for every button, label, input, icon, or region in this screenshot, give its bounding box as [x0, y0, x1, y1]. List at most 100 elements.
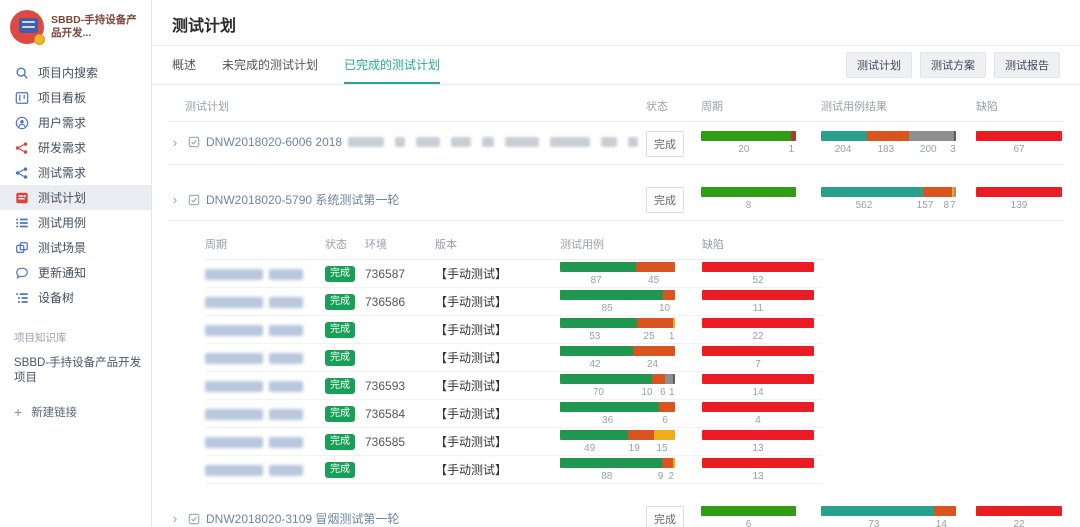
results-segment — [909, 131, 954, 141]
sidebar-item-label: 项目看板 — [38, 89, 86, 106]
cycle-name-cell[interactable] — [205, 267, 325, 281]
cycle-defects-value: 4 — [702, 415, 814, 426]
sidebar-item-update-notifications[interactable]: 更新通知 — [0, 260, 151, 285]
plan-row[interactable]: ›DNW2018020-3109 冒烟测试第一轮完成6731422 — [168, 497, 1064, 527]
redacted-text — [348, 137, 384, 147]
cases-segment-value: 1 — [668, 387, 675, 398]
cases-cell: 366 — [560, 402, 702, 426]
plan-link[interactable]: DNW2018020-6006 2018 — [206, 135, 342, 149]
column-header: 环境 — [365, 236, 435, 252]
sidebar-item-label: 研发需求 — [38, 139, 86, 156]
test-scheme-button[interactable]: 测试方案 — [920, 52, 986, 78]
cycle-row[interactable]: 完成【手动测试】889213 — [205, 456, 823, 484]
cycle-bar: 8 — [701, 187, 821, 211]
test-report-button[interactable]: 测试报告 — [994, 52, 1060, 78]
cases-segment — [652, 374, 665, 384]
page-header: 测试计划 — [152, 0, 1080, 46]
expand-chevron-icon[interactable]: › — [168, 193, 182, 206]
cycle-name-cell[interactable] — [205, 351, 325, 365]
status-badge: 完成 — [325, 294, 355, 310]
cases-segment-value: 53 — [560, 331, 630, 342]
test-case-icon — [14, 215, 29, 230]
sidebar-item-test-plan[interactable]: 测试计划 — [0, 185, 151, 210]
redacted-text — [269, 353, 303, 364]
cases-bar: 701061 — [560, 374, 702, 398]
sidebar-item-project-board[interactable]: 项目看板 — [0, 85, 151, 110]
environment-cell: 736585 — [365, 435, 435, 449]
results-bar-track — [821, 131, 956, 141]
sidebar-item-user-requirements[interactable]: 用户需求 — [0, 110, 151, 135]
cycle-name-cell[interactable] — [205, 295, 325, 309]
cycle-row[interactable]: 完成【手动测试】5325122 — [205, 316, 823, 344]
cycle-bar-values: 201 — [701, 144, 796, 155]
expand-chevron-icon[interactable]: › — [168, 512, 182, 525]
tab-overview[interactable]: 概述 — [172, 46, 196, 84]
cases-bar-values: 4224 — [560, 359, 675, 370]
cycle-defects-track — [702, 458, 814, 468]
status-badge: 完成 — [646, 187, 684, 213]
sidebar-item-label: 项目内搜索 — [38, 64, 98, 81]
results-segment — [821, 131, 867, 141]
cases-segment-value: 45 — [632, 275, 675, 286]
sidebar-item-test-scenes[interactable]: 测试场景 — [0, 235, 151, 260]
cycle-table-header: 周期状态环境版本测试用例缺陷 — [205, 227, 823, 260]
new-link-button[interactable]: + 新建链接 — [14, 404, 151, 420]
project-title: SBBD-手持设备产品开发... — [51, 14, 145, 40]
cycle-row[interactable]: 完成736586【手动测试】851011 — [205, 288, 823, 316]
cycle-name-cell[interactable] — [205, 435, 325, 449]
cycle-defects-bar: 52 — [702, 262, 823, 286]
test-plan-button[interactable]: 测试计划 — [846, 52, 912, 78]
cases-segment — [654, 430, 675, 440]
cycle-name-cell[interactable] — [205, 379, 325, 393]
cases-segment — [560, 402, 659, 412]
cases-segment — [663, 290, 675, 300]
plan-row[interactable]: ›DNW2018020-5790 系统测试第一轮完成856215787139 — [168, 178, 1064, 221]
plan-defects-bar: 139 — [976, 187, 1064, 211]
sidebar-item-label: 测试场景 — [38, 239, 86, 256]
knowledge-base-project-link[interactable]: SBBD-手持设备产品开发项目 — [14, 356, 151, 386]
cycle-segment — [791, 131, 796, 141]
cycle-segment — [701, 506, 796, 516]
results-segment — [954, 131, 956, 141]
project-switcher[interactable]: SBBD-手持设备产品开发... — [0, 0, 151, 48]
cycle-row[interactable]: 完成736584【手动测试】3664 — [205, 400, 823, 428]
tab-finished-plans[interactable]: 已完成的测试计划 — [344, 46, 440, 84]
plan-row[interactable]: ›DNW2018020-6006 2018完成201204183200367 — [168, 122, 1064, 165]
sidebar-item-dev-requirements[interactable]: 研发需求 — [0, 135, 151, 160]
expand-chevron-icon[interactable]: › — [168, 136, 182, 149]
sidebar-item-test-requirements[interactable]: 测试需求 — [0, 160, 151, 185]
cases-segment-value: 6 — [655, 415, 675, 426]
results-segment-value: 73 — [821, 519, 927, 527]
cycle-row[interactable]: 完成736585【手动测试】49191513 — [205, 428, 823, 456]
cases-segment — [560, 430, 628, 440]
column-header: 版本 — [435, 236, 560, 252]
cycle-row[interactable]: 完成736587【手动测试】874552 — [205, 260, 823, 288]
cycle-name-cell[interactable] — [205, 463, 325, 477]
cycle-name-cell[interactable] — [205, 407, 325, 421]
results-segment — [821, 506, 934, 516]
cases-bar-track — [560, 430, 675, 440]
cases-segment-value: 36 — [560, 415, 655, 426]
plan-cycle-cell: 201 — [701, 131, 821, 155]
cycle-row[interactable]: 完成736593【手动测试】70106114 — [205, 372, 823, 400]
plan-link[interactable]: DNW2018020-3109 冒烟测试第一轮 — [206, 510, 399, 527]
results-segment-value: 3 — [950, 144, 956, 155]
cycle-name-cell[interactable] — [205, 323, 325, 337]
results-segment — [821, 187, 923, 197]
sidebar-item-test-cases[interactable]: 测试用例 — [0, 210, 151, 235]
sidebar-item-device-tree[interactable]: 设备树 — [0, 285, 151, 310]
cases-segment — [673, 458, 675, 468]
cycle-defects-bar: 22 — [702, 318, 823, 342]
cycle-segment — [701, 187, 796, 197]
version-cell: 【手动测试】 — [435, 433, 560, 450]
column-header: 缺陷 — [976, 98, 1064, 114]
test-scene-icon — [14, 240, 29, 255]
cycle-row[interactable]: 完成【手动测试】42247 — [205, 344, 823, 372]
plan-link[interactable]: DNW2018020-5790 系统测试第一轮 — [206, 191, 399, 208]
main-panel: 测试计划 概述未完成的测试计划已完成的测试计划 测试计划测试方案测试报告 测试计… — [152, 0, 1080, 527]
cases-bar: 8892 — [560, 458, 702, 482]
sidebar-item-project-search[interactable]: 项目内搜索 — [0, 60, 151, 85]
action-buttons: 测试计划测试方案测试报告 — [846, 52, 1060, 78]
cases-segment-value: 10 — [637, 387, 658, 398]
tab-unfinished-plans[interactable]: 未完成的测试计划 — [222, 46, 318, 84]
